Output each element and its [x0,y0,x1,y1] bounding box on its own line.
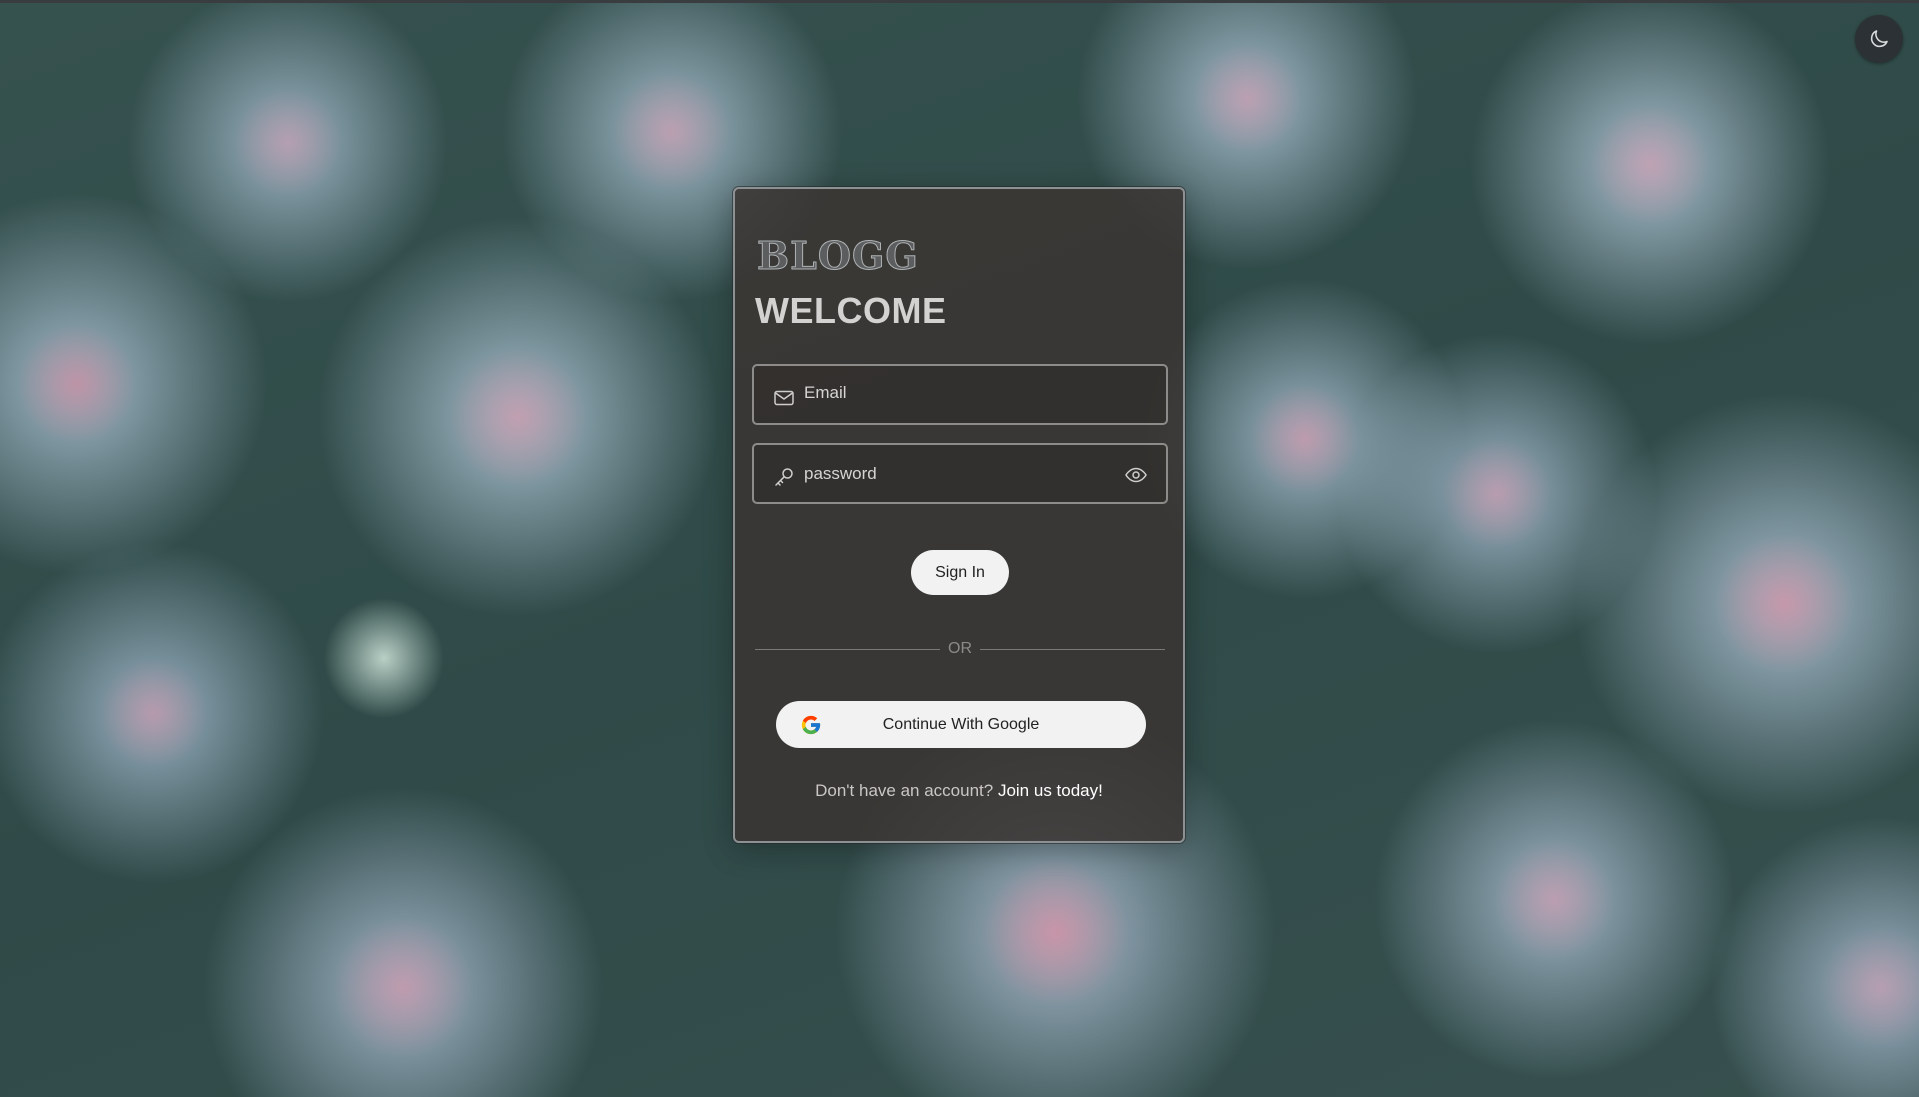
divider-line-left [755,649,940,650]
email-placeholder: Email [804,382,847,402]
continue-with-google-button[interactable]: Continue With Google [776,701,1146,748]
signup-prompt-text: Don't have an account? [815,781,994,800]
moon-icon [1870,30,1888,48]
welcome-title: WELCOME [755,290,947,331]
envelope-icon [774,390,794,406]
divider-label: OR [948,640,972,657]
brand-logo: BLOGG [757,233,919,278]
divider-line-right [980,649,1165,650]
eye-icon[interactable] [1124,463,1148,487]
sign-in-button[interactable]: Sign In [911,550,1009,595]
or-divider: OR [755,639,1165,659]
login-card: BLOGG WELCOME Email password Sign In OR [733,187,1185,843]
password-placeholder: password [804,463,877,483]
email-field[interactable]: Email [752,364,1168,425]
signup-link[interactable]: Join us today! [998,781,1103,800]
google-button-label: Continue With Google [882,715,1040,733]
theme-toggle-button[interactable] [1855,15,1903,63]
top-bar-line [0,0,1919,3]
password-field[interactable]: password [752,443,1168,504]
key-icon [775,468,793,486]
signup-prompt: Don't have an account? Join us today! [735,781,1183,801]
